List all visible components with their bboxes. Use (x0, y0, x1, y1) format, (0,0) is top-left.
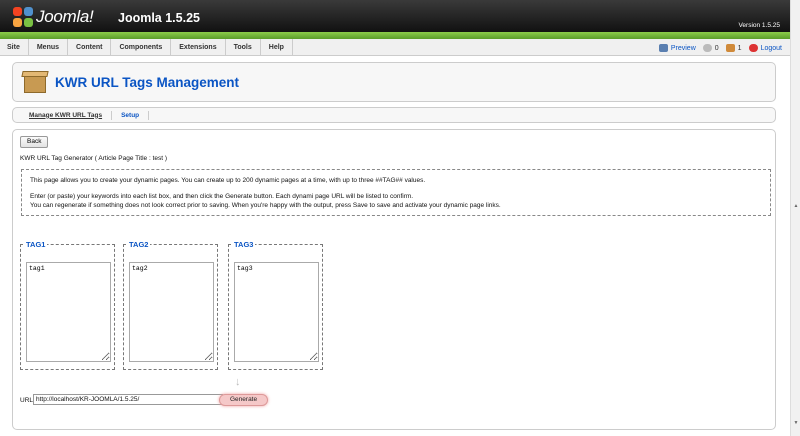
box-icon (21, 69, 49, 95)
joomla-logo-icon (13, 7, 33, 27)
tab-manage-url-tags[interactable]: Manage KWR URL Tags (22, 110, 113, 120)
joomla-logo: Joomla! (13, 7, 94, 27)
logout-link[interactable]: Logout (748, 43, 782, 52)
status-links: Preview 0 1 Logout (658, 39, 782, 56)
logout-icon (748, 43, 758, 52)
logout-label[interactable]: Logout (761, 44, 782, 51)
down-arrow-icon: ↓ (235, 376, 241, 388)
tag1-legend: TAG1 (24, 240, 48, 249)
users-icon (725, 43, 735, 52)
menu-tools[interactable]: Tools (226, 39, 261, 56)
menu-help[interactable]: Help (261, 39, 293, 56)
menu-menus[interactable]: Menus (29, 39, 69, 56)
url-label: URL (20, 397, 34, 404)
info-line-3: You can regenerate if something does not… (30, 201, 501, 209)
messages-status[interactable]: 0 (702, 43, 719, 52)
menu-content[interactable]: Content (68, 39, 112, 56)
tag2-fieldset: TAG2 tag2 (123, 240, 218, 370)
preview-link[interactable]: Preview (658, 43, 696, 52)
instructions-box: This page allows you to create your dyna… (21, 169, 771, 216)
messages-count: 0 (714, 44, 719, 52)
info-line-2: Enter (or paste) your keywords into each… (30, 193, 414, 201)
info-line-1: This page allows you to create your dyna… (30, 177, 426, 184)
users-count: 1 (737, 44, 742, 52)
menu-site[interactable]: Site (0, 39, 29, 56)
url-input[interactable] (33, 394, 223, 405)
tag1-fieldset: TAG1 tag1 (20, 240, 115, 370)
tag3-textarea[interactable]: tag3 (234, 262, 319, 362)
sub-navigation: Manage KWR URL Tags Setup (12, 107, 776, 123)
header-accent-bar (0, 32, 790, 39)
vertical-scrollbar[interactable]: ▲ ▼ (790, 0, 800, 436)
app-title: Joomla 1.5.25 (118, 11, 200, 25)
menu-extensions[interactable]: Extensions (171, 39, 226, 56)
generator-title: KWR URL Tag Generator ( Article Page Tit… (20, 155, 168, 162)
tag2-legend: TAG2 (127, 240, 151, 249)
menu-components[interactable]: Components (111, 39, 172, 56)
admin-page: Joomla! Joomla 1.5.25 Version 1.5.25 Sit… (0, 0, 790, 436)
scroll-down-icon[interactable]: ▼ (791, 419, 800, 428)
page-title: KWR URL Tags Management (55, 75, 240, 90)
preview-icon (658, 43, 668, 52)
tag3-legend: TAG3 (232, 240, 256, 249)
preview-label[interactable]: Preview (671, 44, 696, 51)
page-title-panel: KWR URL Tags Management (12, 62, 776, 102)
tab-setup[interactable]: Setup (112, 110, 150, 120)
back-button[interactable]: Back (20, 136, 49, 148)
content-panel: Back KWR URL Tag Generator ( Article Pag… (12, 129, 776, 430)
scroll-up-icon[interactable]: ▲ (791, 202, 800, 211)
logo-text: Joomla! (36, 7, 94, 26)
generate-button[interactable]: Generate (219, 394, 269, 406)
version-label: Version 1.5.25 (738, 22, 780, 29)
tag2-textarea[interactable]: tag2 (129, 262, 214, 362)
messages-icon (702, 43, 712, 52)
tag3-fieldset: TAG3 tag3 (228, 240, 323, 370)
header: Joomla! Joomla 1.5.25 Version 1.5.25 (0, 0, 790, 32)
main-menu: Site Menus Content Components Extensions… (0, 39, 790, 56)
tag1-textarea[interactable]: tag1 (26, 262, 111, 362)
users-status[interactable]: 1 (725, 43, 742, 52)
